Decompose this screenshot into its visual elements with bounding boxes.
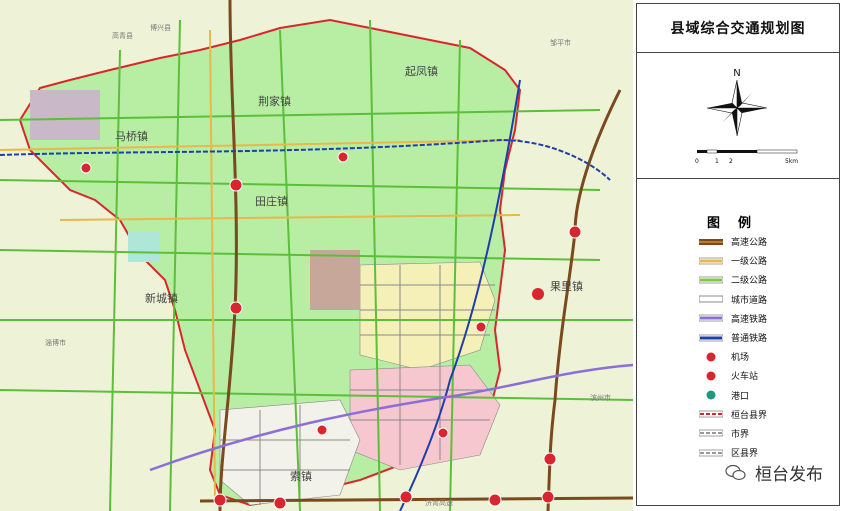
legend-title: 图例 <box>706 216 769 231</box>
town-label: 起凤镇 <box>405 64 438 78</box>
legend-swatch <box>699 371 723 381</box>
transport-plan-map: 马桥镇 荆家镇 起凤镇 田庄镇 新城镇 索镇 果里镇 高青县 邹平市 淄博市 滨… <box>0 0 633 511</box>
legend-list: 高速公路一级公路二级公路城市道路高速铁路普通铁路机场火车站港口桓台县界市界区县界 <box>698 232 768 462</box>
town-label: 果里镇 <box>550 279 583 293</box>
legend-label: 一级公路 <box>731 257 768 268</box>
compass-area: N 0 1 2 5km <box>637 53 839 179</box>
airport-marker <box>532 288 544 300</box>
neighbor-label: 邹平市 <box>550 38 571 47</box>
legend-item: 高速公路 <box>699 232 767 251</box>
legend-label: 二级公路 <box>731 276 768 287</box>
map-title: 县域综合交通规划图 <box>637 4 839 53</box>
north-arrow-icon <box>706 79 768 137</box>
legend-item: 桓台县界 <box>698 405 768 424</box>
legend-swatch <box>698 294 724 304</box>
legend-item: 市界 <box>698 424 767 443</box>
legend-label: 普通铁路 <box>731 334 768 345</box>
north-label: N <box>733 68 740 79</box>
watermark: 桓台发布 <box>725 460 823 485</box>
legend-swatch <box>698 448 724 458</box>
legend-item: 城市道路 <box>698 290 768 309</box>
legend-label: 桓台县界 <box>731 410 768 421</box>
scale-tick: 5km <box>785 158 798 165</box>
legend-item: 港口 <box>699 386 767 405</box>
urban-area-west <box>30 90 100 140</box>
legend-swatch <box>698 333 724 343</box>
legend-label: 火车站 <box>731 372 759 383</box>
scale-tick: 2 <box>729 158 733 165</box>
scale-bar: 0 1 2 5km <box>695 149 798 165</box>
scale-tick: 1 <box>715 158 719 165</box>
legend-item: 一级公路 <box>698 251 768 270</box>
legend-swatch <box>699 352 723 362</box>
legend-panel: 县域综合交通规划图 N 0 1 2 5km 图例 高速公路一级公路二级公路城市道… <box>636 3 840 506</box>
legend-swatch <box>698 256 724 266</box>
legend-item: 普通铁路 <box>698 328 768 347</box>
road-label: 济青高速 <box>425 498 453 507</box>
legend-label: 城市道路 <box>731 295 768 306</box>
town-label: 索镇 <box>290 469 312 483</box>
legend-swatch <box>698 409 724 419</box>
legend-swatch <box>699 390 723 400</box>
neighbor-label: 淄博市 <box>45 338 66 347</box>
legend-label: 高速铁路 <box>731 314 768 325</box>
legend-label: 机场 <box>731 353 750 364</box>
legend-item: 高速铁路 <box>698 309 768 328</box>
legend-swatch <box>699 237 723 247</box>
legend-swatch <box>698 275 724 285</box>
town-label: 荆家镇 <box>258 94 291 108</box>
legend-swatch <box>698 313 724 323</box>
town-label: 新城镇 <box>145 291 178 305</box>
legend-item: 火车站 <box>699 366 767 385</box>
town-label: 田庄镇 <box>255 194 288 208</box>
legend-label: 区县界 <box>731 449 759 460</box>
watermark-text: 桓台发布 <box>755 465 823 485</box>
neighbor-label: 高青县 <box>112 31 133 40</box>
neighbor-label: 博兴县 <box>150 23 171 32</box>
wechat-icon <box>725 464 746 480</box>
legend-label: 市界 <box>731 429 750 440</box>
legend-label: 港口 <box>731 391 750 402</box>
neighbor-label: 滨州市 <box>590 393 611 402</box>
legend-swatch <box>698 428 724 438</box>
town-label: 马桥镇 <box>115 129 148 143</box>
legend-item: 二级公路 <box>698 270 768 289</box>
scale-tick: 0 <box>695 158 699 165</box>
urban-area-mid <box>310 250 360 310</box>
legend-label: 高速公路 <box>731 238 768 249</box>
lake <box>128 232 160 262</box>
legend-item: 机场 <box>699 347 767 366</box>
